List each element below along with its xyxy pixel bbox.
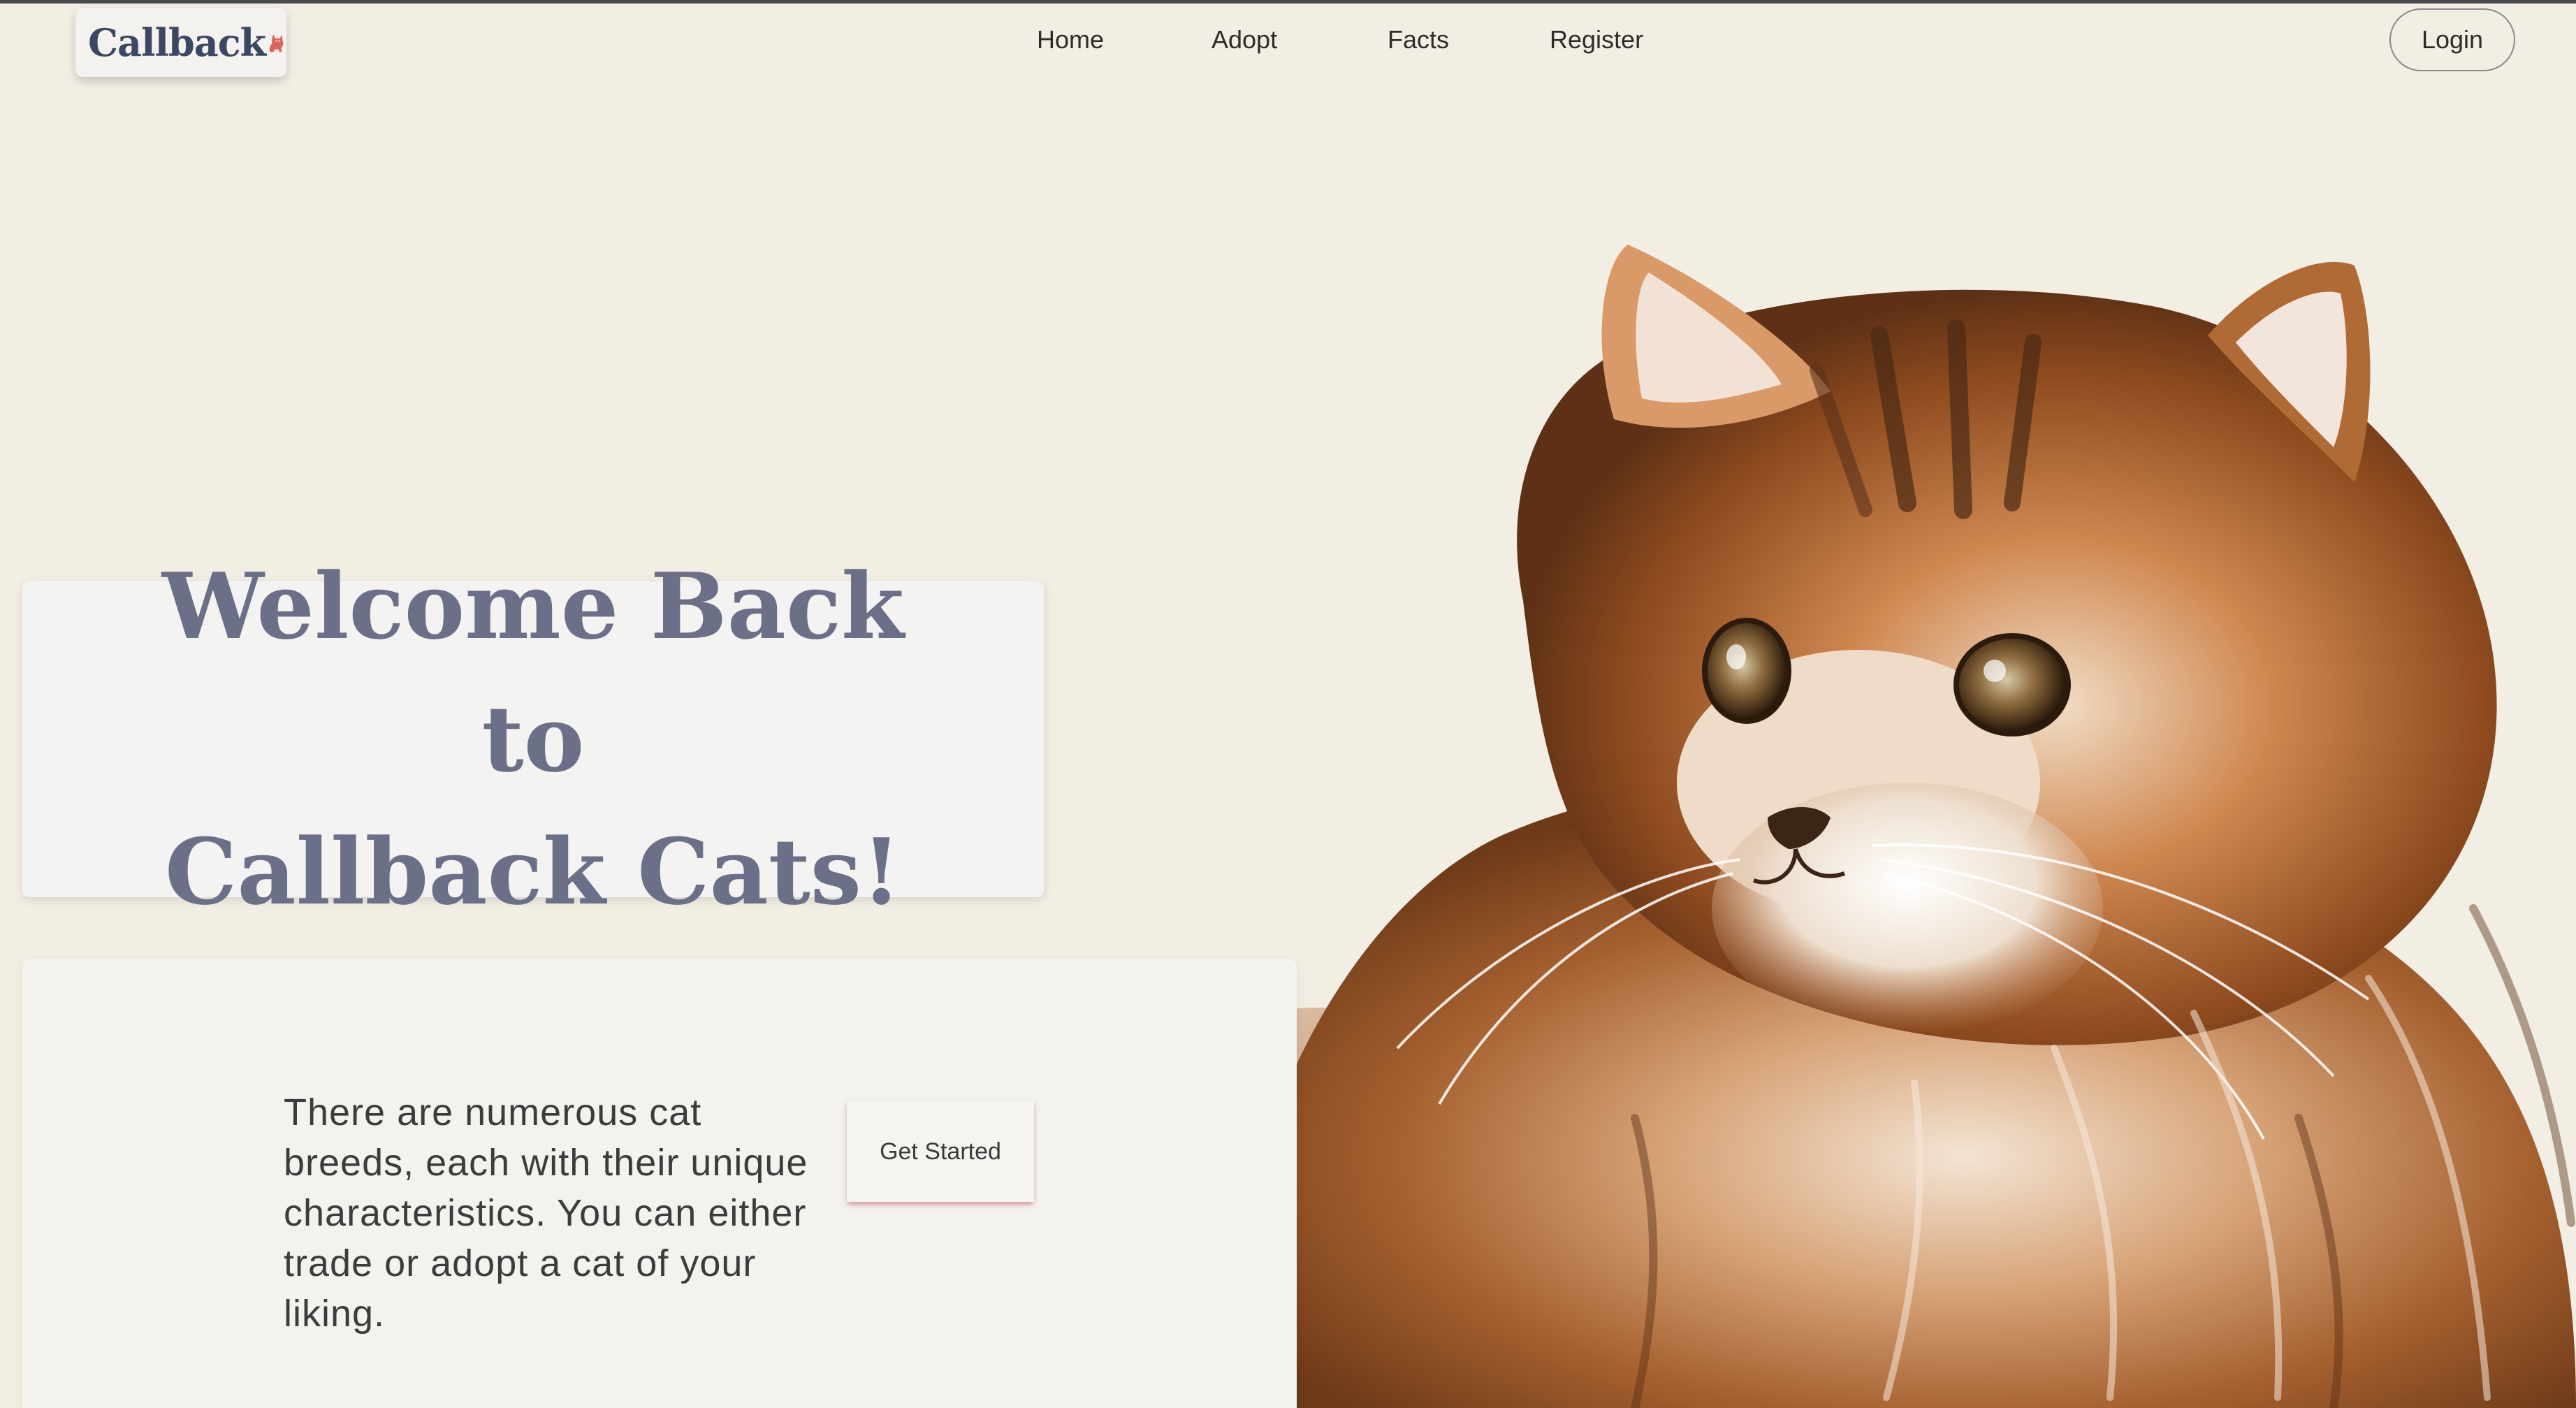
hero-info-card: There are numerous cat breeds, each with… <box>22 959 1297 1408</box>
page: Callback Home Adopt Facts Register Login… <box>0 0 2576 1408</box>
hero-title-line-1: Welcome Back to <box>161 553 905 792</box>
nav-item-register[interactable]: Register <box>1550 25 1643 55</box>
nav-item-adopt[interactable]: Adopt <box>1211 25 1277 55</box>
hero-title-card: Welcome Back to Callback Cats! <box>22 553 1044 925</box>
login-button[interactable]: Login <box>2389 8 2515 71</box>
nav-item-home[interactable]: Home <box>1037 25 1104 55</box>
hero-title: Welcome Back to Callback Cats! <box>114 540 952 938</box>
main-nav: Home Adopt Facts Register <box>0 25 2576 60</box>
top-border <box>0 0 2576 3</box>
nav-item-facts[interactable]: Facts <box>1388 25 1449 55</box>
hero-title-line-2: Callback Cats! <box>164 818 902 925</box>
hero-description: There are numerous cat breeds, each with… <box>284 1091 808 1335</box>
get-started-button[interactable]: Get Started <box>847 1101 1034 1202</box>
